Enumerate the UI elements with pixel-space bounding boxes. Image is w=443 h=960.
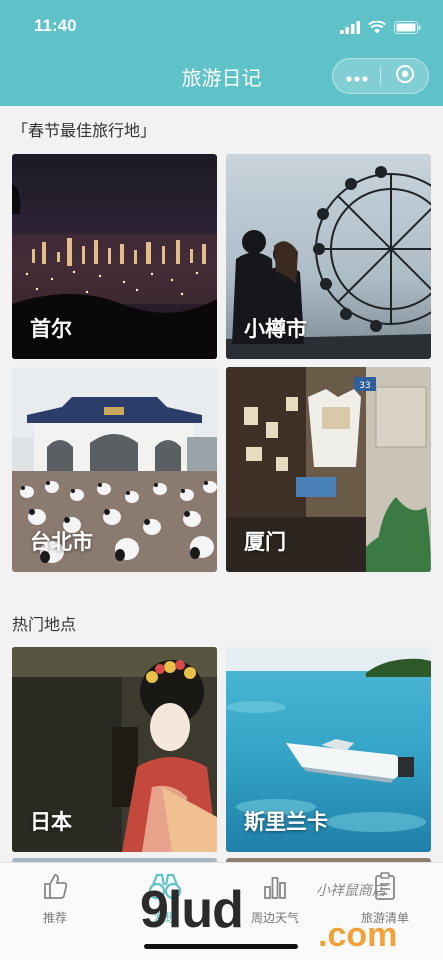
section-title-popular: 热门地点 [12,615,77,634]
mini-program-capsule [332,58,429,94]
watermark-text: 9lud [140,881,244,939]
more-dots-icon [345,67,368,86]
app-header: 11:40 旅游日记 [0,0,443,106]
signal-icon [340,19,360,38]
destination-card-otaru[interactable]: 小樽市 [226,154,431,359]
destination-card-sri-lanka[interactable]: 斯里兰卡 [226,647,431,852]
bar-chart-icon [260,871,290,905]
card-label: 厦门 [244,530,286,554]
tab-label: 推荐 [42,911,67,925]
watermark-subtext: 小祥鼠商店 [316,883,386,899]
target-close-icon [395,64,415,88]
wifi-icon [368,19,386,38]
card-label: 日本 [30,810,72,834]
card-label: 斯里兰卡 [244,810,328,834]
close-button[interactable] [381,59,428,93]
status-icons [340,19,421,38]
status-bar: 11:40 [0,0,443,52]
home-indicator [144,944,298,949]
destination-card-seoul[interactable]: 首尔 [12,154,217,359]
destination-card-xiamen[interactable]: 33 厦门 [226,367,431,572]
card-label: 小樽市 [244,317,307,341]
tab-label: 周边天气 [250,911,299,925]
tab-recommend[interactable]: 推荐 [0,871,110,931]
destination-card-taipei[interactable]: 台北市 [12,367,217,572]
svg-text:33: 33 [359,381,370,391]
status-time: 11:40 [34,16,77,35]
thumbs-up-icon [40,871,70,905]
destination-card-japan[interactable]: 日本 [12,647,217,852]
section-title-spring: 「春节最佳旅行地」 [12,121,157,140]
card-label: 首尔 [30,317,72,341]
more-button[interactable] [333,59,380,93]
battery-icon [394,19,421,38]
watermark-domain: .com [318,916,398,954]
card-label: 台北市 [30,530,93,554]
